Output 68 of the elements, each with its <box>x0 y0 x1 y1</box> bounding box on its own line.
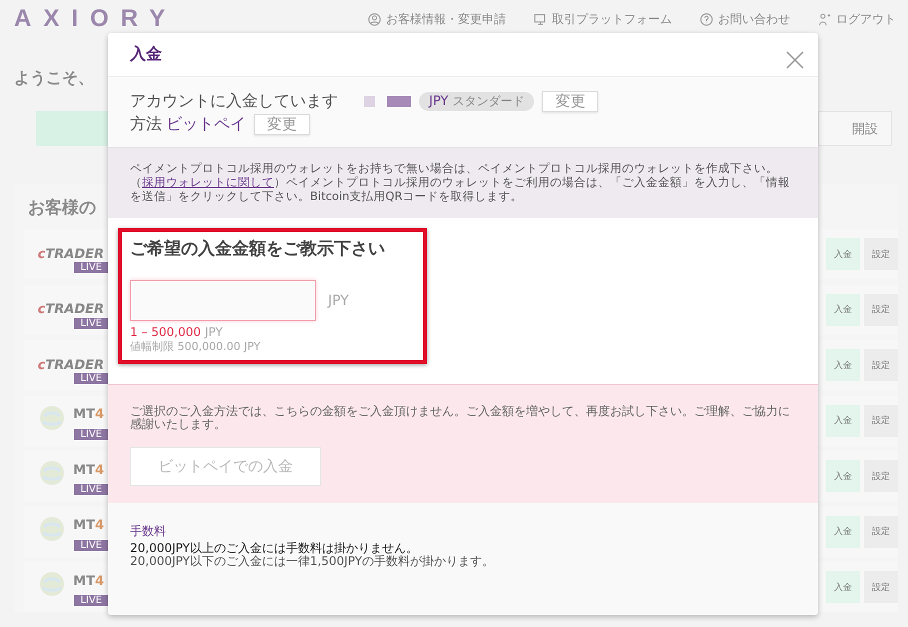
deposit-button[interactable]: 入金 <box>826 516 860 548</box>
range-text: 1 – 500,000 <box>130 325 201 339</box>
globe-icon <box>38 459 66 487</box>
mt4-logo: MT4 <box>73 462 104 478</box>
fee-text: 20,000JPY以上のご入金には手数料は掛かりません。 <box>130 542 419 555</box>
ctrader-logo: cTRADER <box>38 302 104 317</box>
user-icon <box>368 12 381 26</box>
ctrader-logo: cTRADER <box>38 358 104 372</box>
range-unit: JPY <box>204 325 223 339</box>
section-title: お客様の <box>27 197 97 220</box>
nav-link[interactable]: お客様情報・変更申請 <box>368 10 506 28</box>
deposit-button[interactable]: 入金 <box>826 571 860 603</box>
deposit-button[interactable]: 入金 <box>826 238 860 270</box>
currency-text: JPY <box>429 94 448 109</box>
live-badge: LIVE <box>74 262 108 273</box>
deposit-button[interactable]: 入金 <box>826 404 860 436</box>
settings-button[interactable]: 設定 <box>864 294 898 326</box>
settings-button[interactable]: 設定 <box>864 516 898 548</box>
currency-label: JPY <box>328 292 349 308</box>
close-icon[interactable] <box>786 50 804 68</box>
settings-button[interactable]: 設定 <box>864 460 898 492</box>
person-icon <box>818 12 831 26</box>
live-badge: LIVE <box>74 318 108 328</box>
nav-link[interactable]: 取引プラットフォーム <box>534 10 672 28</box>
help-icon <box>700 12 713 26</box>
change-button[interactable]: 変更 <box>542 91 598 112</box>
globe-icon <box>38 570 66 598</box>
wallet-info-link[interactable]: 採用ウォレットに関して <box>142 175 274 189</box>
nav-link[interactable]: ログアウト <box>818 10 896 28</box>
settings-button[interactable]: 設定 <box>864 404 898 436</box>
action-button[interactable] <box>36 111 108 146</box>
globe-icon <box>38 404 66 432</box>
account-label: アカウントに入金しています <box>130 91 338 112</box>
method-value: ビットペイ <box>166 114 246 135</box>
deposit-button[interactable]: 入金 <box>826 294 860 326</box>
dialog-title: 入金 <box>130 44 162 65</box>
deposit-button[interactable]: 入金 <box>826 460 860 492</box>
open-account-button[interactable]: 開設 <box>818 111 892 146</box>
fees-title: 手数料 <box>130 523 167 540</box>
fee-text: 20,000JPY以下のご入金には一律1,500JPYの手数料が掛かります。 <box>130 555 496 568</box>
notice-text: ペイメントプロトコル採用のウォレットをお持ちで無い場合は、ペイメントプロトコル採用のウォレットを作成下さい。（採用ウォレットに関して）ペイメントプロトコル採用のウォレットをご利用の場合は、「ご入金金額」を入力し、「情報を送信」をクリックして下さい。Bitcoin支払用QRコードを取得します。 <box>108 147 818 218</box>
limit-text: 値幅制限 500,000.00 JPY <box>130 339 262 354</box>
live-badge: LIVE <box>74 484 108 495</box>
globe-icon <box>38 514 66 542</box>
settings-button[interactable]: 設定 <box>864 349 898 381</box>
nav-link[interactable]: お問い合わせ <box>700 10 790 28</box>
account-type-text: スタンダード <box>452 93 524 110</box>
live-badge: LIVE <box>74 540 108 550</box>
change-button[interactable]: 変更 <box>254 114 310 135</box>
monitor-icon <box>534 12 547 26</box>
settings-button[interactable]: 設定 <box>864 238 898 270</box>
method-label: 方法 <box>130 114 162 135</box>
live-badge: LIVE <box>74 428 108 440</box>
square-icon <box>364 96 375 107</box>
square-icon <box>387 96 411 107</box>
mt4-logo: MT4 <box>73 518 104 533</box>
axiory-logo: AXIORY <box>14 5 178 33</box>
live-badge: LIVE <box>74 373 108 384</box>
ctrader-logo: cTRADER <box>38 246 104 262</box>
amount-input-field[interactable] <box>130 280 316 321</box>
amount-title: ご希望の入金金額をご教示下さい <box>130 238 386 260</box>
settings-button[interactable]: 設定 <box>864 571 898 603</box>
deposit-button[interactable]: 入金 <box>826 349 860 381</box>
mt4-logo: MT4 <box>73 574 104 588</box>
welcome-text: ようこそ、 <box>14 68 95 89</box>
live-badge: LIVE <box>74 595 108 606</box>
error-text: ご選択のご入金方法では、こちらの金額をご入金頂けません。ご入金額を増やして、再度お試し下さい。ご理解、ご協力に感謝いたします。 <box>130 405 791 431</box>
mt4-logo: MT4 <box>73 407 104 422</box>
